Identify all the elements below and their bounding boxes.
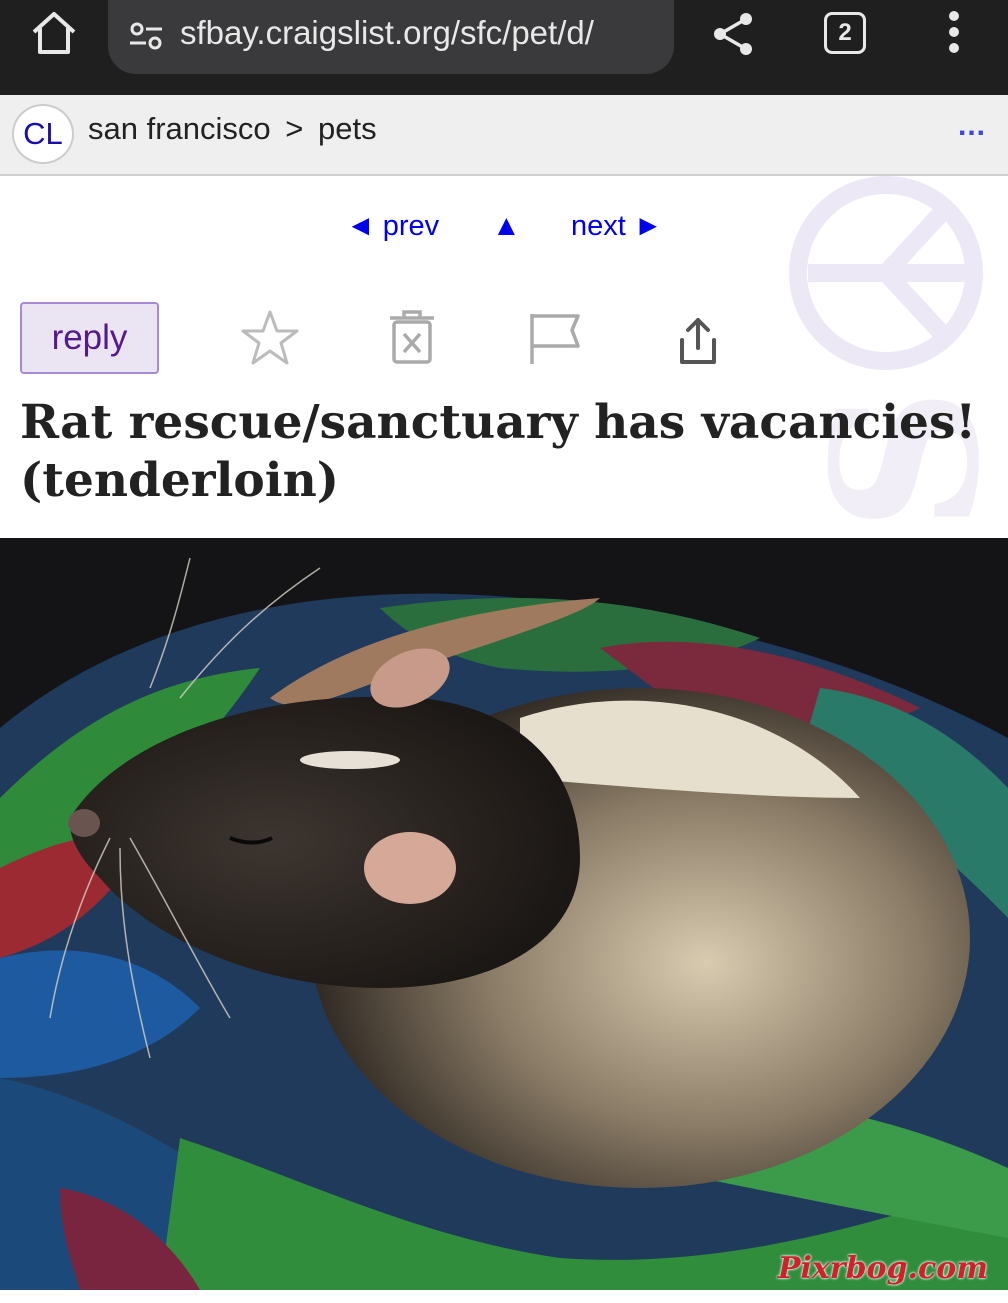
hide-trash-icon[interactable] (382, 306, 442, 370)
post-navigation: ◄ prev ▲ next ► (0, 210, 1008, 254)
flag-icon[interactable] (524, 306, 584, 370)
browser-toolbar: sfbay.craigslist.org/sfc/pet/d/ 2 (0, 0, 1008, 95)
url-text[interactable]: sfbay.craigslist.org/sfc/pet/d/ (180, 14, 660, 52)
home-icon[interactable] (28, 10, 80, 56)
breadcrumb-category[interactable]: pets (318, 111, 377, 146)
favorite-star-icon[interactable] (240, 306, 300, 370)
craigslist-logo[interactable]: CL (12, 104, 74, 164)
up-link[interactable]: ▲ (492, 210, 521, 243)
next-link[interactable]: next ► (571, 210, 663, 243)
share-icon[interactable] (710, 10, 758, 58)
overflow-menu-icon[interactable] (938, 8, 970, 60)
post-title: Rat rescue/sanctuary has vacancies! (ten… (20, 395, 977, 508)
listing-photo[interactable]: Pixrbog.com (0, 538, 1008, 1290)
breadcrumb: san francisco > pets (88, 111, 377, 147)
photo-watermark: Pixrbog.com (777, 1251, 988, 1286)
prev-link[interactable]: ◄ prev (346, 210, 439, 243)
site-settings-icon[interactable] (128, 18, 164, 54)
reply-button[interactable]: reply (20, 302, 159, 374)
tab-switcher-button[interactable]: 2 (824, 12, 866, 54)
share-upload-icon[interactable] (668, 306, 728, 370)
breadcrumb-separator: > (285, 111, 304, 146)
breadcrumb-city[interactable]: san francisco (88, 111, 271, 146)
site-header: CL san francisco > pets ... (0, 95, 1008, 176)
address-bar[interactable]: sfbay.craigslist.org/sfc/pet/d/ (108, 0, 674, 74)
more-menu-button[interactable]: ... (958, 109, 986, 143)
